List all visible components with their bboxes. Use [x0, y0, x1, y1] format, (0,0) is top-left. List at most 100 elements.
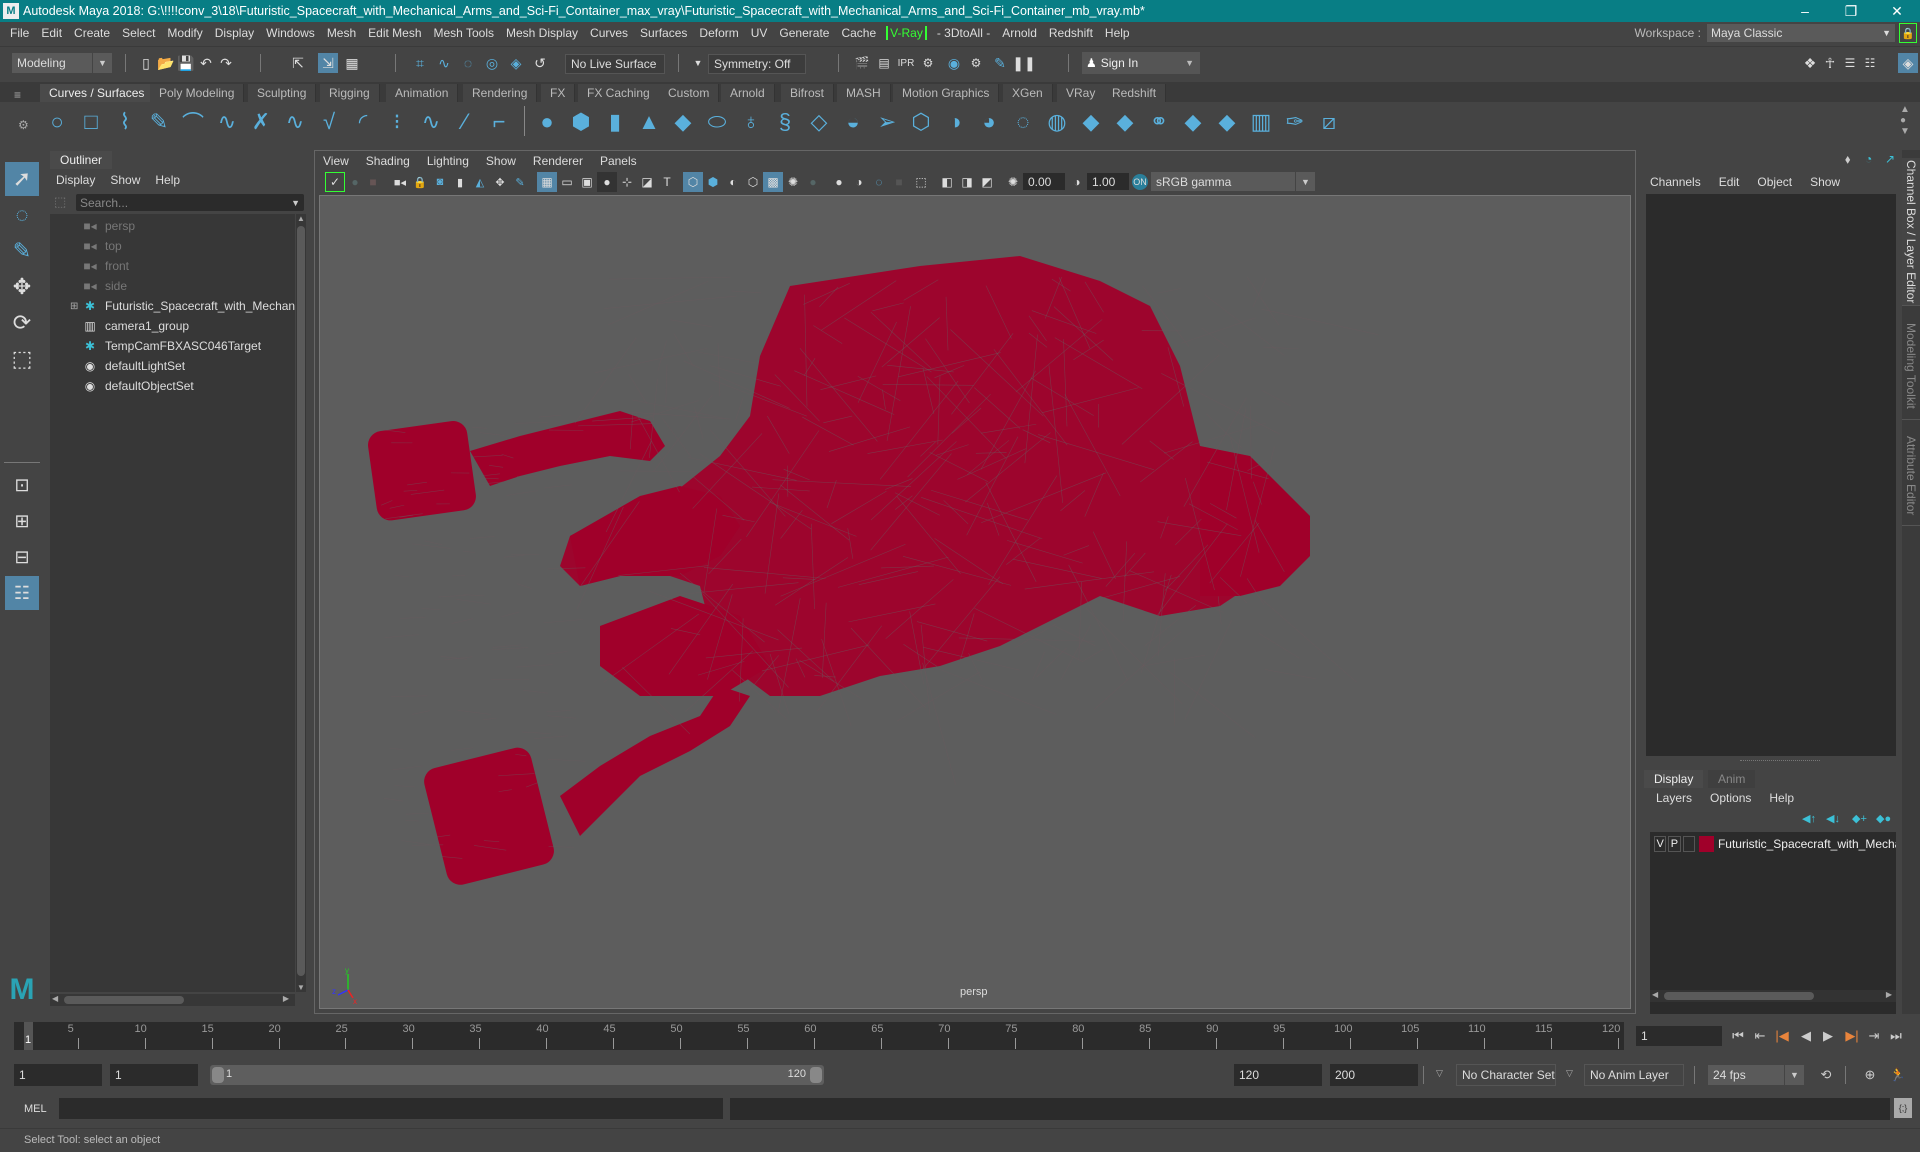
- nurbs-cube-icon[interactable]: ⬢: [568, 109, 594, 135]
- shelf-tab-vray[interactable]: VRay: [1057, 84, 1106, 102]
- viewport-menu-lighting[interactable]: Lighting: [427, 154, 469, 168]
- insert-isoparm-icon[interactable]: ◆: [1214, 109, 1240, 135]
- scrollbar-thumb[interactable]: [64, 996, 184, 1004]
- safe-title-icon[interactable]: T: [657, 172, 677, 192]
- snap-settings-icon[interactable]: ↺: [530, 53, 550, 73]
- outliner-item[interactable]: ■◂ top: [50, 236, 295, 256]
- step-back-key-icon[interactable]: |◀: [1772, 1026, 1792, 1046]
- new-layer-icon[interactable]: ◆+: [1852, 812, 1867, 825]
- shelf-settings-icon[interactable]: ⚙: [18, 118, 29, 132]
- select-object-icon[interactable]: ⇲: [318, 53, 338, 73]
- wireframe-icon[interactable]: ⬡: [683, 172, 703, 192]
- menu-surfaces[interactable]: Surfaces: [634, 26, 693, 40]
- menu-uv[interactable]: UV: [745, 26, 774, 40]
- pause-viewport-icon[interactable]: ❚❚: [1012, 53, 1035, 73]
- redo-icon[interactable]: ↷: [216, 53, 236, 73]
- screen-space-ao-icon[interactable]: ●: [829, 172, 849, 192]
- fps-dropdown[interactable]: 24 fps ▼: [1708, 1065, 1804, 1085]
- depth-of-field-icon[interactable]: ■: [889, 172, 909, 192]
- expand-icon[interactable]: ⊞: [70, 301, 78, 312]
- help-menu[interactable]: Help: [1769, 791, 1794, 805]
- render-current-frame-icon[interactable]: 🎬: [852, 53, 872, 73]
- shadows-icon[interactable]: ●: [803, 172, 823, 192]
- shelf-tab-rigging[interactable]: Rigging: [320, 84, 380, 102]
- lock-camera-icon[interactable]: 🔒: [410, 172, 430, 192]
- scroll-left-icon[interactable]: ◀: [52, 994, 58, 1003]
- move-layer-up-icon[interactable]: ◀↑: [1802, 812, 1816, 825]
- gate-mask-icon[interactable]: ●: [597, 172, 617, 192]
- play-backwards-icon[interactable]: ◀: [1796, 1026, 1816, 1046]
- camera-icon[interactable]: ■◂: [390, 172, 410, 192]
- shelf-tab-custom[interactable]: Custom: [659, 84, 720, 102]
- channel-box-toggle-icon[interactable]: ◈: [1898, 53, 1918, 73]
- step-back-frame-icon[interactable]: ⇤: [1750, 1026, 1770, 1046]
- xray-components-icon[interactable]: ◩: [977, 172, 997, 192]
- options-menu[interactable]: Options: [1710, 791, 1751, 805]
- render-settings-icon[interactable]: ⚙: [918, 53, 938, 73]
- isolate-select-icon[interactable]: ⬚: [911, 172, 931, 192]
- select-hierarchy-icon[interactable]: ⇱: [288, 53, 308, 73]
- viewport-menu-panels[interactable]: Panels: [600, 154, 637, 168]
- new-layer-selected-icon[interactable]: ◆●: [1876, 812, 1891, 825]
- select-camera-icon[interactable]: ✓: [325, 172, 345, 192]
- stitch-icon[interactable]: ⚭: [1146, 109, 1172, 135]
- human-ik-icon[interactable]: ☥: [1820, 53, 1840, 73]
- sign-in-button[interactable]: ♟ Sign In ▼: [1082, 52, 1200, 74]
- save-scene-icon[interactable]: 💾: [176, 53, 196, 73]
- shelf-tab-fx-caching[interactable]: FX Caching: [578, 84, 660, 102]
- shelf-tab-curves-surfaces[interactable]: Curves / Surfaces: [40, 84, 155, 102]
- menu-arnold[interactable]: Arnold: [996, 26, 1043, 40]
- menu-select[interactable]: Select: [116, 26, 161, 40]
- chevron-down-icon[interactable]: ▽: [1566, 1068, 1573, 1079]
- menu-cache[interactable]: Cache: [835, 26, 882, 40]
- outliner-layout-icon[interactable]: ☷: [5, 576, 39, 610]
- cut-curve-icon[interactable]: ⌐: [486, 109, 512, 135]
- visibility-toggle[interactable]: V: [1654, 836, 1667, 852]
- menu-edit[interactable]: Edit: [35, 26, 68, 40]
- open-scene-icon[interactable]: 📂: [156, 53, 176, 73]
- cv-curve-icon[interactable]: ⌒: [180, 109, 206, 136]
- menu-file[interactable]: File: [4, 26, 35, 40]
- boundary-icon[interactable]: ⬡: [908, 109, 934, 135]
- hypershade-icon[interactable]: ◉: [944, 53, 964, 73]
- bezier-curve-icon[interactable]: ∿: [214, 109, 240, 135]
- duplicate-curve-icon[interactable]: ▥: [1248, 109, 1274, 135]
- loop-icon[interactable]: ⟲: [1816, 1065, 1836, 1085]
- manipulator-icon[interactable]: ⬧: [1845, 152, 1850, 167]
- outliner-item[interactable]: ■◂ side: [50, 276, 295, 296]
- step-forward-frame-icon[interactable]: ⇥: [1864, 1026, 1884, 1046]
- playback-toggle[interactable]: P: [1668, 836, 1681, 852]
- move-layer-down-icon[interactable]: ◀↓: [1826, 812, 1840, 825]
- textured-icon[interactable]: ▩: [763, 172, 783, 192]
- scroll-right-icon[interactable]: ▶: [1886, 990, 1892, 999]
- camera-attr-icon[interactable]: ◙: [430, 172, 450, 192]
- outliner-item[interactable]: ◉ defaultObjectSet: [50, 376, 295, 396]
- loft-icon[interactable]: §: [772, 109, 798, 135]
- menu-help[interactable]: Help: [1099, 26, 1136, 40]
- shelf-tab-poly-modeling[interactable]: Poly Modeling: [150, 84, 245, 102]
- extend-curve-icon[interactable]: √: [316, 109, 342, 135]
- sculpt-surface-icon[interactable]: ◆: [1180, 109, 1206, 135]
- mel-command-input[interactable]: [59, 1098, 723, 1119]
- shelf-tab-fx[interactable]: FX: [541, 84, 576, 102]
- outliner-tab[interactable]: Outliner: [50, 151, 113, 169]
- menu-create[interactable]: Create: [68, 26, 116, 40]
- live-surface-field[interactable]: No Live Surface: [565, 54, 665, 74]
- scroll-up-icon[interactable]: ▲: [297, 214, 305, 223]
- snap-grid-icon[interactable]: ⌗: [410, 53, 430, 73]
- untrim-icon[interactable]: ◆: [1112, 109, 1138, 135]
- tab-channel-box-layer-editor[interactable]: Channel Box / Layer Editor: [1902, 158, 1920, 306]
- workspace-dropdown[interactable]: Maya Classic ▼: [1707, 24, 1895, 42]
- ipr-render-icon[interactable]: IPR: [896, 53, 916, 73]
- detach-curve-icon[interactable]: ⁄: [452, 109, 478, 135]
- playback-end-field[interactable]: 120: [1234, 1064, 1322, 1086]
- outliner-search-input[interactable]: Search... ▼: [76, 194, 304, 211]
- move-tool-icon[interactable]: ✥: [5, 270, 39, 304]
- exposure-icon[interactable]: ✺: [1003, 172, 1023, 192]
- scale-tool-icon[interactable]: ⬚: [5, 342, 39, 376]
- snap-live-icon[interactable]: ◈: [506, 53, 526, 73]
- show-menu[interactable]: Show: [1810, 175, 1840, 189]
- ep-curve-icon[interactable]: ⌇: [112, 109, 138, 135]
- viewport-menu-shading[interactable]: Shading: [366, 154, 410, 168]
- intersect-surface-icon[interactable]: ◍: [1044, 109, 1070, 135]
